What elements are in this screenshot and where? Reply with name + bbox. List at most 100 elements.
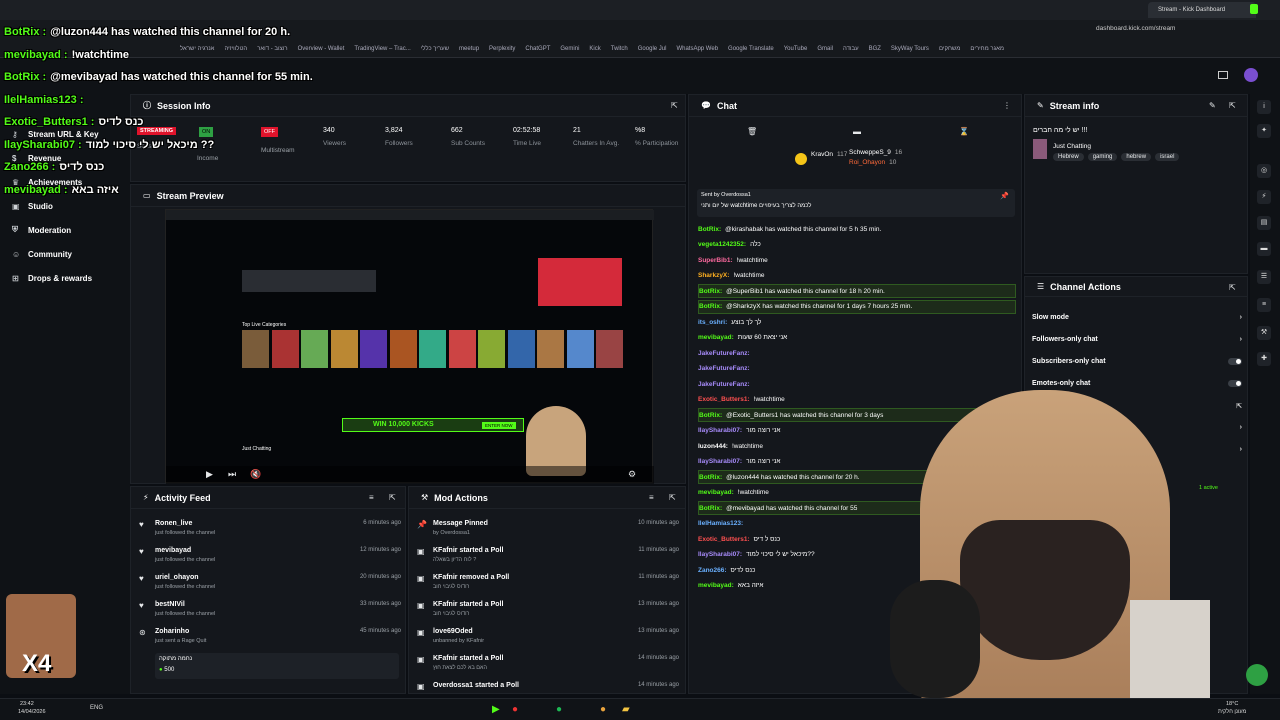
bookmark[interactable]: אנרגיה ישראל <box>180 46 214 52</box>
settings-icon[interactable]: ⚙ <box>628 469 636 480</box>
hammer-icon[interactable]: ⚒ <box>1257 326 1271 340</box>
message-icon[interactable]: ▬ <box>853 127 861 136</box>
bookmark[interactable]: שעריך כללי <box>421 46 449 52</box>
list-item[interactable]: 📌 Message Pinned by Overdossa1 10 minutes a… <box>417 517 679 543</box>
filter-icon[interactable]: ≡ <box>369 493 374 502</box>
category-tile[interactable] <box>537 330 564 368</box>
expand-icon[interactable]: ⇱ <box>1229 101 1236 110</box>
info-icon[interactable]: i <box>1257 100 1271 114</box>
target-icon[interactable]: ◎ <box>1257 164 1271 178</box>
pin-icon[interactable]: 📌 <box>1000 192 1009 200</box>
bookmark[interactable]: BGZ <box>869 46 881 52</box>
sidebar-item-community[interactable]: ☺ Community <box>0 242 130 266</box>
bookmark[interactable]: Perplexity <box>489 46 515 52</box>
chat-username[interactable]: IlaySharabi07: <box>698 427 742 434</box>
list-item[interactable]: ⊛ Zoharinho just sent a Rage Quit 45 minute… <box>139 625 401 651</box>
expand-icon[interactable]: ⇱ <box>669 493 676 502</box>
chat-username[interactable]: Zano266: <box>698 567 727 574</box>
chrome-icon[interactable]: ● <box>600 704 606 715</box>
bookmark[interactable]: Gmail <box>817 46 833 52</box>
category-tile[interactable] <box>478 330 505 368</box>
list-item[interactable]: ▣ KFafnir removed a Poll רודוס לגיבוי חוב 1… <box>417 571 679 597</box>
file-icon[interactable]: ▤ <box>1257 216 1271 230</box>
expand-icon[interactable]: ⇱ <box>671 101 678 110</box>
chevron-right-icon[interactable]: › <box>1240 424 1242 431</box>
edit-icon[interactable]: ✎ <box>1209 101 1216 110</box>
chat-username[interactable]: vegeta1242352: <box>698 241 746 248</box>
chat-username[interactable]: mevibayad: <box>698 334 734 341</box>
hourglass-icon[interactable]: ⌛ <box>959 127 969 136</box>
chevron-right-icon[interactable]: › <box>1240 446 1242 453</box>
url-field[interactable]: dashboard.kick.com/stream <box>1096 25 1175 32</box>
category-tile[interactable] <box>596 330 623 368</box>
bookmark[interactable]: Kick <box>589 46 600 52</box>
folder-icon[interactable]: ▰ <box>622 704 630 715</box>
list-item[interactable]: ♥ Ronen_live just followed the channel 6 mi… <box>139 517 401 543</box>
leaderboard-entry[interactable]: KravOn 117 <box>811 151 847 158</box>
chat-username[interactable]: luzon444: <box>698 443 728 450</box>
chat-icon[interactable]: ▬ <box>1257 242 1271 256</box>
category-tile[interactable] <box>448 330 476 368</box>
chat-username[interactable]: BotRix: <box>699 505 722 512</box>
list-item[interactable]: ▣ love69Oded unbanned by KFafnir 13 minutes… <box>417 625 679 651</box>
obs-icon[interactable]: ● <box>512 704 518 715</box>
kick-app-icon[interactable]: ▶ <box>492 704 500 715</box>
tag-chip[interactable]: gaming <box>1087 153 1118 161</box>
chat-message[interactable]: SharkzyX: !watchtime <box>698 269 1016 283</box>
menu-icon[interactable]: ☰ <box>1257 270 1271 284</box>
weather-temp[interactable]: 18°C <box>1226 701 1238 707</box>
volume-icon[interactable]: 🔇 <box>250 469 261 480</box>
toggle-switch[interactable] <box>1228 358 1242 365</box>
bookmark[interactable]: Gemini <box>560 46 579 52</box>
chat-username[interactable]: mevibayad: <box>698 582 734 589</box>
tag-chip[interactable]: hebrew <box>1121 153 1152 161</box>
avatar[interactable] <box>1244 68 1258 82</box>
pinned-message[interactable]: Sent by Overdossa1 של יום ותני watchtime… <box>697 189 1015 217</box>
bookmark[interactable]: Google Translate <box>728 46 774 52</box>
sidebar-item-drops-rewards[interactable]: ⊞ Drops & rewards <box>0 266 130 290</box>
expand-icon[interactable]: ⇱ <box>389 493 396 502</box>
chat-username[interactable]: BotRix: <box>699 303 722 310</box>
external-link-icon[interactable]: ⇱ <box>1236 402 1242 410</box>
bookmark[interactable]: SkyWay Tours <box>891 46 929 52</box>
sparkle-icon[interactable]: ✦ <box>1257 124 1271 138</box>
toggle-switch[interactable] <box>1228 380 1242 387</box>
chat-username[interactable]: IlaySharabi07: <box>698 458 742 465</box>
chat-message[interactable]: vegeta1242352: כלה <box>698 238 1016 252</box>
chat-username[interactable]: SuperBib1: <box>698 257 733 264</box>
skip-icon[interactable]: ⏭ <box>228 469 236 480</box>
list-item[interactable]: ♥ mevibayad just followed the channel 12 mi… <box>139 544 401 570</box>
list-item[interactable]: ▣ KFafnir started a Poll לוח הדיון בשאלה ?… <box>417 544 679 570</box>
category-tile[interactable] <box>419 330 446 368</box>
chat-username[interactable]: IlaySharabi07: <box>698 551 742 558</box>
list-icon[interactable]: ≡ <box>1257 298 1271 312</box>
chat-username[interactable]: IlelHamias123: <box>698 520 743 527</box>
enter-button[interactable]: ENTER NOW <box>482 422 516 429</box>
leaderboard-entry[interactable]: SchweppeS_9 16 <box>849 149 902 156</box>
category-tile[interactable] <box>301 330 328 368</box>
category-tile[interactable] <box>271 330 299 368</box>
chat-username[interactable]: BotRix: <box>699 474 722 481</box>
category-tile[interactable] <box>360 330 387 368</box>
chat-message[interactable]: JakeFutureFanz: <box>698 346 1016 360</box>
chat-message[interactable]: mevibayad: אני יצאת 60 שעות <box>698 331 1016 345</box>
category-tile[interactable] <box>566 330 594 368</box>
bookmark[interactable]: WhatsApp Web <box>676 46 718 52</box>
bookmark[interactable]: משחקים <box>939 46 960 52</box>
chat-message[interactable]: SuperBib1: !watchtime <box>698 253 1016 267</box>
bookmark[interactable]: Google Jul <box>638 46 667 52</box>
action-row[interactable]: Followers-only chat › <box>1032 336 1242 350</box>
help-button[interactable] <box>1246 664 1268 686</box>
bookmark[interactable]: meetup <box>459 46 479 52</box>
list-item[interactable]: ▣ KFafnir started a Poll רודוס לגיבוי חוב 1… <box>417 598 679 624</box>
bookmark[interactable]: הטלוויזיה <box>224 46 247 52</box>
list-item[interactable]: ▣ KFafnir started a Poll האם בא לכם לצאת ח… <box>417 652 679 678</box>
play-icon[interactable]: ▶ <box>206 469 213 480</box>
category-tile[interactable] <box>389 330 417 368</box>
chat-username[interactable]: Exotic_Butters1: <box>698 396 750 403</box>
chat-username[interactable]: BotRix: <box>699 288 722 295</box>
trash-icon[interactable]: 🗑 <box>747 127 757 136</box>
category-tile[interactable] <box>242 330 269 368</box>
plugin-icon[interactable]: ✚ <box>1257 352 1271 366</box>
chat-username[interactable]: BotRix: <box>698 226 721 233</box>
